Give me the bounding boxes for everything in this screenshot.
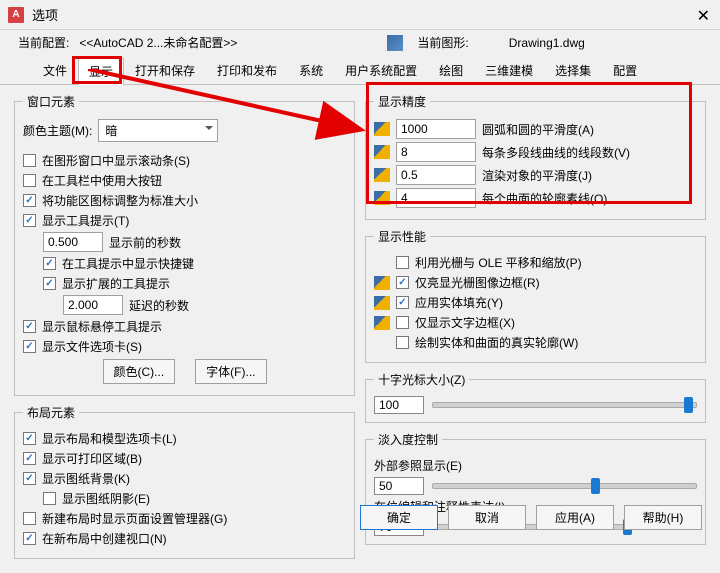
dwg-icon: [374, 122, 390, 136]
lbl-large-buttons: 在工具栏中使用大按钮: [42, 172, 162, 189]
lbl-printable-area: 显示可打印区域(B): [42, 450, 142, 467]
group-display-resolution: 显示精度 1000 圆弧和圆的平滑度(A) 8 每条多段线曲线的线段数(V) 0.5…: [365, 93, 706, 220]
group-window-elements-title: 窗口元素: [23, 93, 79, 110]
group-fade-control-title: 淡入度控制: [374, 431, 442, 448]
current-drawing-label: 当前图形:: [417, 34, 468, 51]
close-button[interactable]: ✕: [697, 6, 710, 26]
tab-system[interactable]: 系统: [288, 57, 334, 84]
lbl-hover-tooltip: 显示鼠标悬停工具提示: [42, 318, 162, 335]
lbl-scrollbars: 在图形窗口中显示滚动条(S): [42, 152, 190, 169]
dwg-icon: [374, 276, 390, 290]
xref-fade-input[interactable]: 50: [374, 477, 424, 495]
lbl-tooltips: 显示工具提示(T): [42, 212, 129, 229]
tab-profiles[interactable]: 配置: [602, 57, 648, 84]
tab-open-save[interactable]: 打开和保存: [124, 57, 206, 84]
lbl-tooltip-extended: 显示扩展的工具提示: [62, 275, 170, 292]
chk-layout-tabs[interactable]: [23, 432, 36, 445]
tooltip-delay-input[interactable]: 0.500: [43, 232, 103, 252]
chk-true-silhouettes[interactable]: [396, 336, 409, 349]
group-layout-elements-title: 布局元素: [23, 404, 79, 421]
apply-button[interactable]: 应用(A): [536, 505, 614, 530]
chk-scrollbars[interactable]: [23, 154, 36, 167]
dwg-icon: [387, 35, 403, 51]
cancel-button[interactable]: 取消: [448, 505, 526, 530]
dwg-icon: [374, 145, 390, 159]
dwg-icon: [374, 316, 390, 330]
color-theme-label: 颜色主题(M):: [23, 122, 92, 139]
arc-smoothness-label: 圆弧和圆的平滑度(A): [482, 121, 594, 138]
lbl-file-tabs: 显示文件选项卡(S): [42, 338, 142, 355]
lbl-tooltip-shortcut: 在工具提示中显示快捷键: [62, 255, 194, 272]
contour-lines-input[interactable]: 4: [396, 188, 476, 208]
tab-user-prefs[interactable]: 用户系统配置: [334, 57, 428, 84]
help-button[interactable]: 帮助(H): [624, 505, 702, 530]
chk-tooltip-extended[interactable]: [43, 277, 56, 290]
group-crosshair-size: 十字光标大小(Z) 100: [365, 371, 706, 423]
lbl-solid-fill: 应用实体填充(Y): [415, 294, 503, 311]
tab-selection[interactable]: 选择集: [544, 57, 602, 84]
tooltip-ext-delay-input[interactable]: 2.000: [63, 295, 123, 315]
crosshair-size-input[interactable]: 100: [374, 396, 424, 414]
tooltip-delay-label: 显示前的秒数: [109, 234, 181, 251]
lbl-true-silhouettes: 绘制实体和曲面的真实轮廓(W): [415, 334, 578, 351]
chk-file-tabs[interactable]: [23, 340, 36, 353]
lbl-ole-pan-zoom: 利用光栅与 OLE 平移和缩放(P): [415, 254, 582, 271]
polyline-segs-input[interactable]: 8: [396, 142, 476, 162]
chk-large-buttons[interactable]: [23, 174, 36, 187]
chk-hover-tooltip[interactable]: [23, 320, 36, 333]
dwg-icon: [374, 296, 390, 310]
colors-button[interactable]: 颜色(C)...: [103, 359, 176, 384]
lbl-ribbon-std-size: 将功能区图标调整为标准大小: [42, 192, 198, 209]
tab-drafting[interactable]: 绘图: [428, 57, 474, 84]
lbl-text-boundary: 仅显示文字边框(X): [415, 314, 515, 331]
group-display-performance-title: 显示性能: [374, 228, 430, 245]
chk-raster-frame[interactable]: [396, 276, 409, 289]
current-profile-label: 当前配置:: [18, 34, 69, 51]
color-theme-dropdown[interactable]: 暗: [98, 119, 218, 142]
chk-printable-area[interactable]: [23, 452, 36, 465]
group-display-resolution-title: 显示精度: [374, 93, 430, 110]
arc-smoothness-input[interactable]: 1000: [396, 119, 476, 139]
tab-files[interactable]: 文件: [32, 57, 78, 84]
current-profile-value: <<AutoCAD 2...未命名配置>>: [79, 34, 237, 51]
lbl-paper-bg: 显示图纸背景(K): [42, 470, 130, 487]
render-smoothness-input[interactable]: 0.5: [396, 165, 476, 185]
tab-bar: 文件 显示 打开和保存 打印和发布 系统 用户系统配置 绘图 三维建模 选择集 …: [0, 57, 720, 85]
tab-plot-publish[interactable]: 打印和发布: [206, 57, 288, 84]
xref-fade-label: 外部参照显示(E): [374, 457, 697, 474]
current-drawing-value: Drawing1.dwg: [509, 36, 585, 50]
ok-button[interactable]: 确定: [360, 505, 438, 530]
fonts-button[interactable]: 字体(F)...: [195, 359, 266, 384]
dwg-icon: [374, 168, 390, 182]
app-icon: A: [8, 7, 24, 23]
lbl-layout-tabs: 显示布局和模型选项卡(L): [42, 430, 177, 447]
group-crosshair-size-title: 十字光标大小(Z): [374, 371, 469, 388]
lbl-raster-frame: 仅亮显光栅图像边框(R): [415, 274, 540, 291]
dialog-title: 选项: [32, 5, 58, 24]
tooltip-ext-delay-label: 延迟的秒数: [129, 297, 189, 314]
xref-fade-slider[interactable]: [432, 477, 697, 495]
chk-tooltip-shortcut[interactable]: [43, 257, 56, 270]
chk-ole-pan-zoom[interactable]: [396, 256, 409, 269]
group-display-performance: 显示性能 利用光栅与 OLE 平移和缩放(P) 仅亮显光栅图像边框(R) 应用实…: [365, 228, 706, 363]
chk-ribbon-std-size[interactable]: [23, 194, 36, 207]
polyline-segs-label: 每条多段线曲线的线段数(V): [482, 144, 630, 161]
contour-lines-label: 每个曲面的轮廓素线(O): [482, 190, 607, 207]
group-window-elements: 窗口元素 颜色主题(M): 暗 在图形窗口中显示滚动条(S) 在工具栏中使用大按…: [14, 93, 355, 396]
tab-display[interactable]: 显示: [78, 58, 124, 85]
chk-tooltips[interactable]: [23, 214, 36, 227]
render-smoothness-label: 渲染对象的平滑度(J): [482, 167, 592, 184]
dwg-icon: [374, 191, 390, 205]
crosshair-size-slider[interactable]: [432, 396, 697, 414]
chk-text-boundary[interactable]: [396, 316, 409, 329]
chk-paper-bg[interactable]: [23, 472, 36, 485]
chk-solid-fill[interactable]: [396, 296, 409, 309]
tab-3d-modeling[interactable]: 三维建模: [474, 57, 544, 84]
